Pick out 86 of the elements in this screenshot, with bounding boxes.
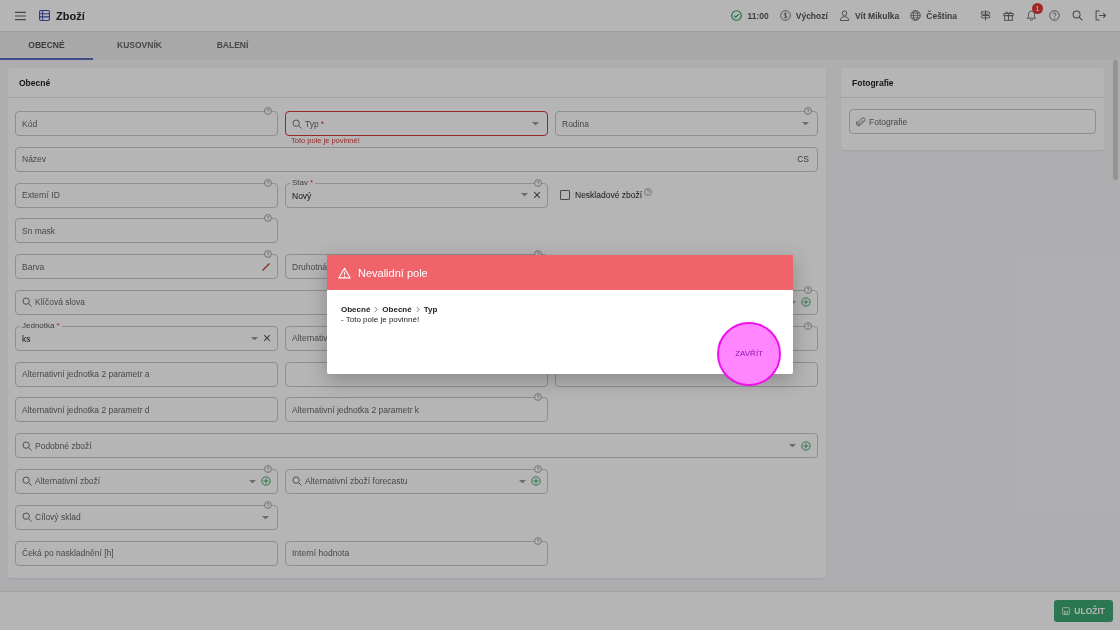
help-icon[interactable] bbox=[264, 250, 272, 259]
input-field[interactable]: Alternativní jednotka 2 parametr d bbox=[15, 397, 278, 423]
input-field[interactable]: Interní hodnota bbox=[285, 540, 548, 566]
input-field[interactable]: Alternativní jednotka 2 parametr k bbox=[285, 397, 548, 423]
add-icon[interactable] bbox=[801, 297, 811, 308]
input-field[interactable]: Kód bbox=[15, 111, 278, 136]
error-message: - Toto pole je povinné! bbox=[341, 315, 421, 324]
menu-icon[interactable] bbox=[15, 10, 26, 21]
gift-icon[interactable] bbox=[1003, 10, 1014, 21]
caret-icon[interactable] bbox=[251, 336, 258, 341]
warning-icon bbox=[338, 266, 351, 279]
help-icon[interactable] bbox=[264, 500, 272, 509]
field-label: Jednotka * bbox=[20, 320, 62, 331]
save-icon bbox=[1062, 607, 1071, 615]
search-icon[interactable] bbox=[1072, 10, 1083, 21]
status-text[interactable]: Výchozí bbox=[795, 10, 828, 21]
input-field[interactable]: Sn mask bbox=[15, 218, 278, 244]
add-icon[interactable] bbox=[531, 476, 541, 487]
clear-icon[interactable] bbox=[533, 191, 541, 200]
caret-icon[interactable] bbox=[521, 193, 528, 197]
globe-icon bbox=[910, 10, 922, 21]
file-field[interactable]: Fotografie bbox=[849, 109, 1096, 134]
input-field[interactable]: Barva bbox=[15, 254, 278, 280]
help-icon[interactable] bbox=[264, 178, 272, 187]
help-icon[interactable] bbox=[534, 393, 542, 402]
card-title: Obecné bbox=[19, 77, 51, 88]
chevron-icon bbox=[374, 306, 379, 313]
select-field[interactable]: Cílový sklad bbox=[15, 504, 278, 530]
help-icon[interactable] bbox=[534, 464, 542, 473]
chevron-icon bbox=[415, 306, 420, 313]
caret-icon[interactable] bbox=[802, 121, 809, 126]
help-icon[interactable] bbox=[804, 321, 812, 330]
help-icon[interactable] bbox=[264, 214, 272, 223]
field-label: Stav * bbox=[290, 177, 316, 188]
select-field[interactable]: Typ * bbox=[285, 111, 548, 136]
breadcrumb-item: Typ bbox=[423, 305, 438, 314]
notification-badge: 1 bbox=[1032, 3, 1043, 14]
tab[interactable]: KUSOVNÍK bbox=[93, 32, 186, 60]
breadcrumb-item: Obecné bbox=[341, 305, 371, 314]
check-circle-icon bbox=[731, 10, 743, 21]
help-icon[interactable] bbox=[804, 107, 812, 115]
caret-icon[interactable] bbox=[532, 121, 539, 126]
pen-icon[interactable] bbox=[261, 261, 271, 272]
input-field[interactable]: Název CS bbox=[15, 146, 818, 172]
help-icon[interactable] bbox=[264, 464, 272, 473]
add-icon[interactable] bbox=[261, 476, 271, 487]
help-icon[interactable] bbox=[534, 178, 542, 187]
close-button[interactable]: ZAVŘÍT bbox=[727, 343, 771, 364]
page-title: Zboží bbox=[56, 9, 85, 22]
caret-icon[interactable] bbox=[519, 479, 526, 484]
dollar-icon bbox=[779, 10, 791, 21]
caret-icon[interactable] bbox=[789, 443, 796, 448]
select-field[interactable]: Rodina bbox=[555, 111, 818, 136]
clear-icon[interactable] bbox=[263, 334, 271, 343]
help-icon[interactable] bbox=[1049, 10, 1060, 21]
table-icon bbox=[39, 10, 50, 21]
breadcrumb-item: Obecné bbox=[382, 305, 412, 314]
checkbox[interactable] bbox=[560, 190, 570, 201]
input-field[interactable]: Externí ID bbox=[15, 182, 278, 208]
add-icon[interactable] bbox=[801, 440, 811, 451]
tab[interactable]: BALENÍ bbox=[186, 32, 279, 60]
help-icon[interactable] bbox=[264, 107, 272, 115]
paperclip-icon bbox=[856, 116, 866, 127]
card-title: Fotografie bbox=[852, 77, 894, 88]
bell-icon[interactable] bbox=[1026, 10, 1037, 21]
input-field[interactable]: Alternativní jednotka 2 parametr a bbox=[15, 361, 278, 387]
help-icon[interactable] bbox=[534, 536, 542, 545]
status-text[interactable]: 11:00 bbox=[747, 10, 769, 21]
dialog-title: Nevalidní pole bbox=[358, 266, 428, 279]
tab[interactable]: OBECNÉ bbox=[0, 32, 93, 60]
select-field[interactable]: Podobné zboží bbox=[15, 433, 818, 459]
signpost-icon[interactable] bbox=[980, 10, 991, 21]
logout-icon[interactable] bbox=[1095, 10, 1106, 21]
status-text[interactable]: Vít Mikulka bbox=[854, 10, 900, 21]
input-field[interactable]: Čeká po naskladnění [h] bbox=[15, 540, 278, 566]
select-field[interactable]: Alternativní zboží forecastu bbox=[285, 468, 548, 494]
help-icon[interactable] bbox=[804, 286, 812, 294]
save-button[interactable]: ULOŽIT bbox=[1054, 600, 1113, 622]
checkbox-label: Neskladové zboží bbox=[575, 190, 643, 201]
status-text[interactable]: Čeština bbox=[926, 10, 957, 21]
caret-icon[interactable] bbox=[262, 515, 269, 519]
caret-icon[interactable] bbox=[249, 479, 256, 484]
scrollbar[interactable] bbox=[1113, 60, 1118, 180]
select-field[interactable]: Alternativní zboží bbox=[15, 468, 278, 494]
help-icon[interactable] bbox=[644, 187, 653, 196]
user-icon bbox=[838, 10, 850, 21]
